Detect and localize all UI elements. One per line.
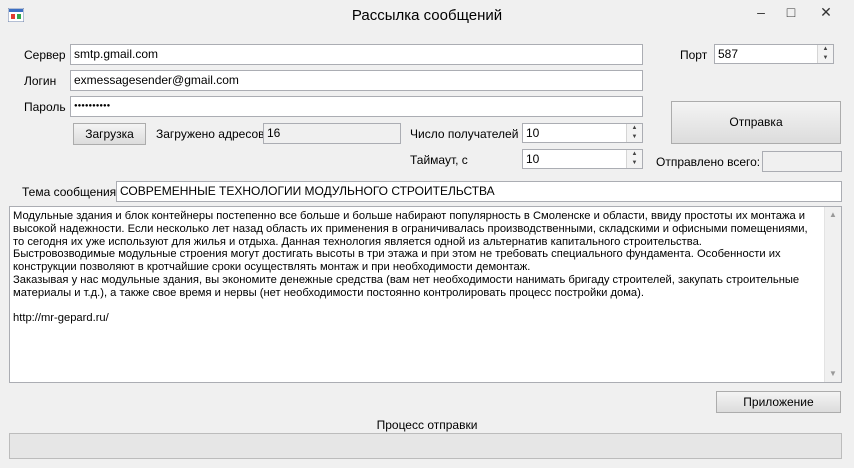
attachment-button[interactable]: Приложение [716, 391, 841, 413]
message-scrollbar[interactable]: ▲ ▼ [824, 207, 841, 382]
timeout-label: Таймаут, с [410, 153, 468, 167]
subject-label: Тема сообщения [22, 185, 117, 199]
timeout-value: 10 [526, 152, 540, 166]
loaded-count: 16 [263, 123, 401, 144]
recipients-label: Число получателей [410, 127, 519, 141]
message-text: Модульные здания и блок контейнеры посте… [13, 210, 808, 325]
minimize-button[interactable]: – [746, 0, 776, 26]
port-value: 587 [718, 47, 739, 61]
timeout-spinner[interactable]: 10 ▲ ▼ [522, 149, 643, 169]
server-input[interactable]: smtp.gmail.com [70, 44, 643, 65]
scroll-down-icon[interactable]: ▼ [825, 366, 841, 382]
close-button[interactable]: ✕ [806, 0, 846, 26]
send-button[interactable]: Отправка [671, 101, 841, 144]
load-button[interactable]: Загрузка [73, 123, 146, 145]
password-input[interactable]: ●●●●●●●●●● [70, 96, 643, 117]
scroll-up-icon[interactable]: ▲ [825, 207, 841, 223]
maximize-button[interactable]: □ [776, 0, 806, 26]
password-label: Пароль [24, 100, 66, 114]
message-textarea[interactable]: Модульные здания и блок контейнеры посте… [9, 206, 842, 383]
progress-label: Процесс отправки [376, 418, 478, 432]
spin-down-icon[interactable]: ▼ [818, 54, 833, 63]
window-title: Рассылка сообщений [351, 7, 503, 24]
port-spinner[interactable]: 587 ▲ ▼ [714, 44, 834, 64]
subject-input[interactable]: СОВРЕМЕННЫЕ ТЕХНОЛОГИИ МОДУЛЬНОГО СТРОИТ… [116, 181, 842, 202]
sent-total-label: Отправлено всего: [656, 155, 761, 169]
login-label: Логин [24, 74, 57, 88]
sent-total-value [762, 151, 842, 172]
spin-down-icon[interactable]: ▼ [627, 159, 642, 168]
loaded-label: Загружено адресов: [156, 127, 268, 141]
title-bar: Рассылка сообщений – □ ✕ [0, 0, 854, 32]
send-progress-bar [9, 433, 842, 459]
login-input[interactable]: exmessagesender@gmail.com [70, 70, 643, 91]
server-label: Сервер [24, 48, 66, 62]
recipients-spinner[interactable]: 10 ▲ ▼ [522, 123, 643, 143]
spin-down-icon[interactable]: ▼ [627, 133, 642, 142]
recipients-value: 10 [526, 126, 540, 140]
port-label: Порт [680, 48, 708, 62]
